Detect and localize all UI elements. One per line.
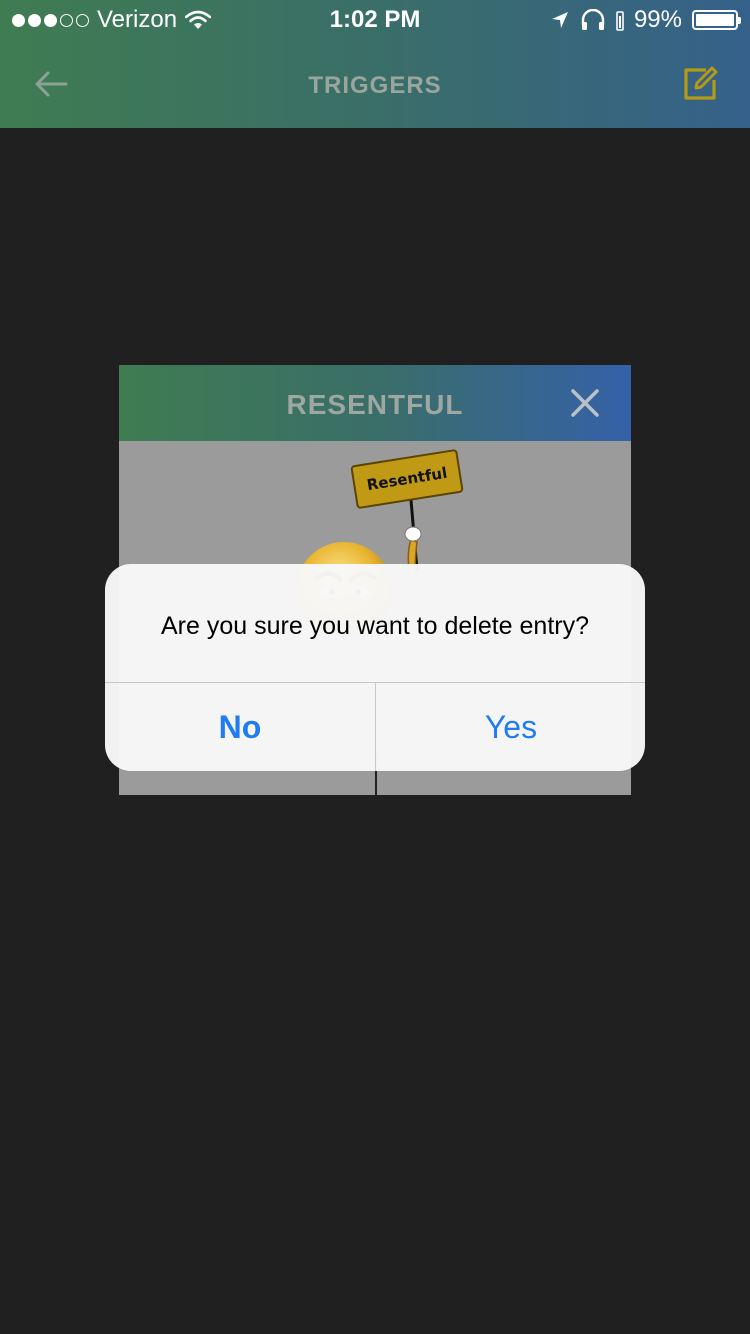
status-bar: Verizon 1:02 PM 99%: [0, 0, 750, 40]
no-button[interactable]: No: [105, 683, 375, 771]
battery-icon: [692, 10, 741, 30]
page-title: TRIGGERS: [308, 72, 442, 99]
edit-icon[interactable]: [680, 64, 720, 104]
status-right-group: 99%: [550, 6, 741, 34]
headphones-icon: [581, 9, 605, 30]
battery-percent: 99%: [633, 6, 682, 33]
card-title: RESENTFUL: [286, 389, 464, 420]
top-header: Verizon 1:02 PM 99% TRIGGERS: [0, 0, 750, 128]
close-icon[interactable]: [565, 383, 605, 423]
yes-button[interactable]: Yes: [376, 683, 645, 771]
delete-confirmation-alert: Are you sure you want to delete entry? N…: [105, 564, 645, 771]
alert-message: Are you sure you want to delete entry?: [160, 612, 590, 640]
card-header: RESENTFUL: [119, 365, 631, 441]
headphone-battery-icon: [616, 11, 624, 31]
location-arrow-icon: [551, 12, 568, 28]
